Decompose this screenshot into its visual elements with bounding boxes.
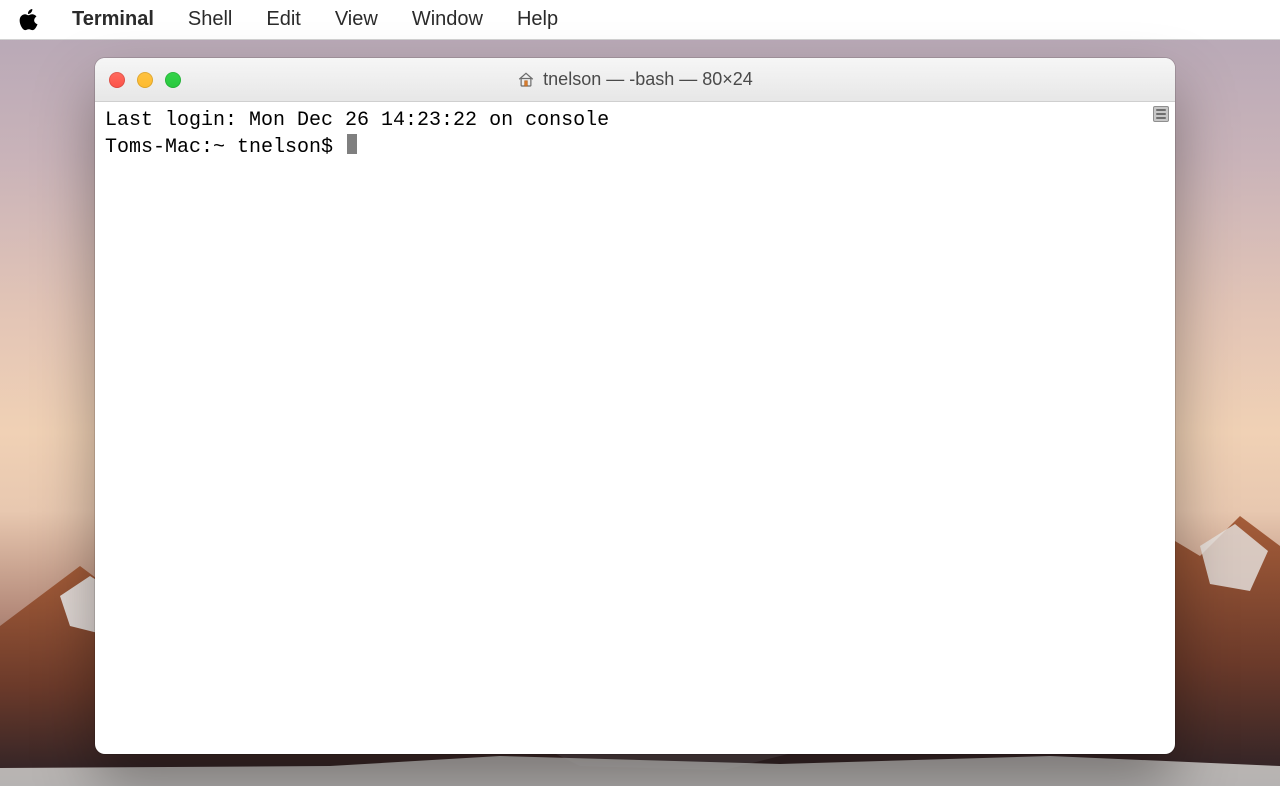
window-title: tnelson — -bash — 80×24 xyxy=(543,69,753,90)
terminal-content[interactable]: Last login: Mon Dec 26 14:23:22 on conso… xyxy=(99,102,1153,750)
window-controls xyxy=(95,72,181,88)
menu-item-edit[interactable]: Edit xyxy=(252,4,314,35)
menu-item-window[interactable]: Window xyxy=(398,4,497,35)
menu-app-name[interactable]: Terminal xyxy=(58,4,168,35)
minimize-button[interactable] xyxy=(137,72,153,88)
menu-item-help[interactable]: Help xyxy=(503,4,572,35)
home-folder-icon xyxy=(517,71,535,89)
terminal-prompt: Toms-Mac:~ tnelson$ xyxy=(105,136,345,159)
menu-item-shell[interactable]: Shell xyxy=(174,4,246,35)
menu-bar: Terminal Shell Edit View Window Help xyxy=(0,0,1280,40)
terminal-window: tnelson — -bash — 80×24 Last login: Mon … xyxy=(95,58,1175,754)
title-bar[interactable]: tnelson — -bash — 80×24 xyxy=(95,58,1175,102)
menu-item-view[interactable]: View xyxy=(321,4,392,35)
cursor-icon xyxy=(347,134,357,154)
apple-menu-icon[interactable] xyxy=(16,8,40,32)
terminal-line: Last login: Mon Dec 26 14:23:22 on conso… xyxy=(105,108,1147,134)
window-title-container: tnelson — -bash — 80×24 xyxy=(95,69,1175,90)
close-button[interactable] xyxy=(109,72,125,88)
terminal-prompt-line: Toms-Mac:~ tnelson$ xyxy=(105,134,1147,161)
zoom-button[interactable] xyxy=(165,72,181,88)
scrollbar[interactable] xyxy=(1157,106,1173,750)
